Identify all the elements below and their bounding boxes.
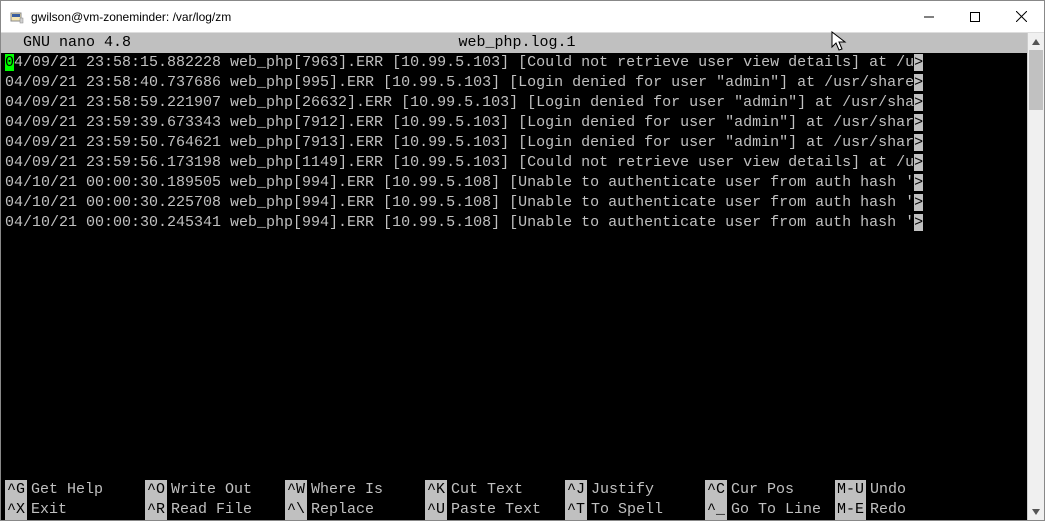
scroll-thumb[interactable]	[1029, 50, 1043, 110]
scroll-up-button[interactable]	[1028, 33, 1044, 50]
truncation-marker: >	[914, 54, 923, 71]
shortcut-label: Replace	[307, 500, 374, 520]
log-line: 04/10/21 00:00:30.225708 web_php[994].ER…	[5, 193, 1023, 213]
shortcut-item: ^OWrite Out	[145, 480, 285, 500]
nano-version: GNU nano 4.8	[23, 33, 131, 53]
log-text: 04/09/21 23:59:39.673343 web_php[7912].E…	[5, 114, 914, 131]
shortcut-label: Write Out	[167, 480, 252, 500]
shortcut-item: ^\Replace	[285, 500, 425, 520]
shortcut-label: Get Help	[27, 480, 103, 500]
shortcut-item: ^WWhere Is	[285, 480, 425, 500]
log-text: 4/09/21 23:58:15.882228 web_php[7963].ER…	[14, 54, 914, 71]
log-line: 04/09/21 23:59:56.173198 web_php[1149].E…	[5, 153, 1023, 173]
shortcut-item: ^UPaste Text	[425, 500, 565, 520]
shortcut-label: Undo	[866, 480, 906, 500]
log-text: 04/09/21 23:59:56.173198 web_php[1149].E…	[5, 154, 914, 171]
shortcut-key: ^J	[565, 480, 587, 500]
log-content: 04/09/21 23:58:15.882228 web_php[7963].E…	[1, 53, 1027, 233]
truncation-marker: >	[914, 114, 923, 131]
shortcut-item: M-UUndo	[835, 480, 945, 500]
shortcut-key: ^\	[285, 500, 307, 520]
window-title: gwilson@vm-zoneminder: /var/log/zm	[31, 10, 231, 24]
shortcut-key: ^T	[565, 500, 587, 520]
shortcut-key: ^R	[145, 500, 167, 520]
shortcut-key: M-E	[835, 500, 866, 520]
shortcut-item: ^CCur Pos	[705, 480, 835, 500]
shortcut-label: Justify	[587, 480, 654, 500]
log-text: 04/09/21 23:58:40.737686 web_php[995].ER…	[5, 74, 914, 91]
truncation-marker: >	[914, 214, 923, 231]
nano-header-bar: GNU nano 4.8 web_php.log.1	[1, 33, 1027, 53]
log-text: 04/09/21 23:58:59.221907 web_php[26632].…	[5, 94, 914, 111]
shortcut-item: ^RRead File	[145, 500, 285, 520]
close-button[interactable]	[998, 1, 1044, 33]
shortcut-label: Go To Line	[727, 500, 821, 520]
putty-icon	[9, 9, 25, 25]
log-line: 04/09/21 23:59:50.764621 web_php[7913].E…	[5, 133, 1023, 153]
shortcut-key: ^O	[145, 480, 167, 500]
shortcut-label: Read File	[167, 500, 252, 520]
truncation-marker: >	[914, 174, 923, 191]
log-line: 04/09/21 23:58:40.737686 web_php[995].ER…	[5, 73, 1023, 93]
log-text: 04/10/21 00:00:30.189505 web_php[994].ER…	[5, 174, 914, 191]
log-text: 04/09/21 23:59:50.764621 web_php[7913].E…	[5, 134, 914, 151]
shortcut-item: ^GGet Help	[5, 480, 145, 500]
shortcut-key: ^X	[5, 500, 27, 520]
truncation-marker: >	[914, 194, 923, 211]
shortcut-label: Exit	[27, 500, 67, 520]
truncation-marker: >	[914, 154, 923, 171]
nano-filename: web_php.log.1	[131, 33, 1023, 53]
truncation-marker: >	[914, 134, 923, 151]
vertical-scrollbar[interactable]	[1027, 33, 1044, 520]
truncation-marker: >	[914, 74, 923, 91]
shortcut-item: ^XExit	[5, 500, 145, 520]
shortcut-label: Where Is	[307, 480, 383, 500]
log-text: 04/10/21 00:00:30.225708 web_php[994].ER…	[5, 194, 914, 211]
shortcut-label: To Spell	[587, 500, 663, 520]
shortcut-item: M-ERedo	[835, 500, 945, 520]
log-line: 04/09/21 23:58:15.882228 web_php[7963].E…	[5, 53, 1023, 73]
log-text: 04/10/21 00:00:30.245341 web_php[994].ER…	[5, 214, 914, 231]
shortcut-item: ^_Go To Line	[705, 500, 835, 520]
shortcut-item: ^KCut Text	[425, 480, 565, 500]
shortcut-key: ^C	[705, 480, 727, 500]
shortcut-key: ^G	[5, 480, 27, 500]
window-titlebar: gwilson@vm-zoneminder: /var/log/zm	[1, 1, 1044, 33]
nano-shortcut-bar: ^GGet Help^OWrite Out^WWhere Is^KCut Tex…	[1, 480, 1027, 520]
shortcut-key: ^U	[425, 500, 447, 520]
shortcut-label: Redo	[866, 500, 906, 520]
shortcut-key: ^K	[425, 480, 447, 500]
minimize-button[interactable]	[906, 1, 952, 33]
shortcut-item: ^JJustify	[565, 480, 705, 500]
shortcut-label: Paste Text	[447, 500, 541, 520]
scroll-down-button[interactable]	[1028, 503, 1044, 520]
shortcut-label: Cur Pos	[727, 480, 794, 500]
shortcut-key: M-U	[835, 480, 866, 500]
shortcut-label: Cut Text	[447, 480, 523, 500]
truncation-marker: >	[914, 94, 923, 111]
shortcut-item: ^TTo Spell	[565, 500, 705, 520]
log-line: 04/09/21 23:59:39.673343 web_php[7912].E…	[5, 113, 1023, 133]
maximize-button[interactable]	[952, 1, 998, 33]
scroll-track[interactable]	[1028, 50, 1044, 503]
log-line: 04/09/21 23:58:59.221907 web_php[26632].…	[5, 93, 1023, 113]
shortcut-key: ^_	[705, 500, 727, 520]
terminal-area[interactable]: GNU nano 4.8 web_php.log.1 04/09/21 23:5…	[1, 33, 1027, 520]
log-line: 04/10/21 00:00:30.245341 web_php[994].ER…	[5, 213, 1023, 233]
cursor: 0	[5, 54, 14, 71]
shortcut-key: ^W	[285, 480, 307, 500]
log-line: 04/10/21 00:00:30.189505 web_php[994].ER…	[5, 173, 1023, 193]
